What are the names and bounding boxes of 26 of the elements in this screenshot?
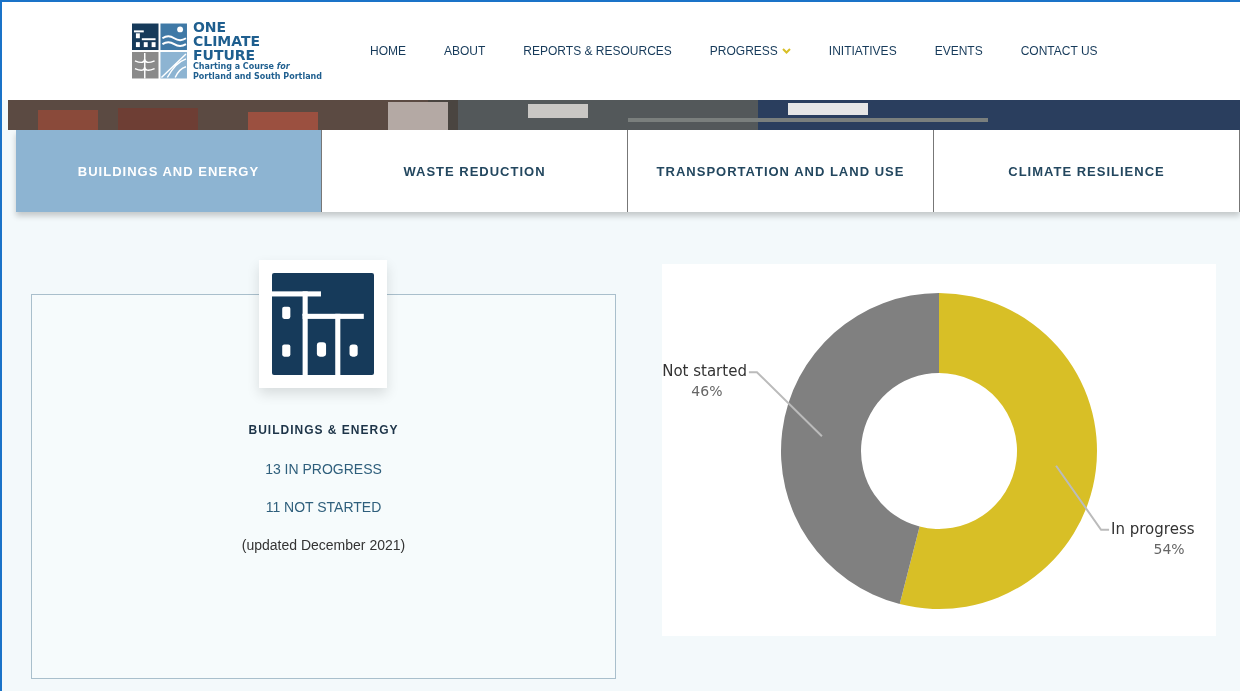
category-tab[interactable]: WASTE REDUCTION: [322, 130, 628, 212]
nav-link[interactable]: EVENTS: [915, 44, 1002, 58]
slice-label: In progress: [1111, 519, 1195, 538]
slice-percent: 46%: [691, 383, 723, 400]
status-count: 11 NOT STARTED: [265, 499, 382, 515]
nav-link[interactable]: PROGRESS: [690, 44, 810, 58]
logo-tagline: Charting a Course for: [192, 62, 291, 72]
nav-link[interactable]: REPORTS & RESOURCES: [504, 44, 691, 58]
logo-wordmark: FUTURE: [192, 48, 256, 62]
leader-line: [1055, 464, 1111, 531]
card-title: BUILDINGS & ENERGY: [248, 423, 399, 437]
nav-link[interactable]: CONTACT US: [1001, 44, 1117, 58]
nav-link[interactable]: INITIATIVES: [809, 44, 916, 58]
category-tab[interactable]: TRANSPORTATION AND LAND USE: [628, 130, 934, 212]
logo-icon: [132, 23, 187, 79]
slice-percent: 54%: [1153, 540, 1185, 557]
building-icon: [272, 273, 374, 375]
logo-wordmark: ONE: [192, 20, 228, 34]
status-count: 13 IN PROGRESS: [265, 461, 382, 477]
category-tab[interactable]: CLIMATE RESILIENCE: [934, 130, 1240, 212]
update-note: (updated December 2021): [241, 537, 406, 553]
slice-label: Not started: [662, 362, 747, 381]
logo-wordmark: CLIMATE: [192, 34, 262, 48]
nav-link[interactable]: ABOUT: [425, 44, 505, 58]
nav-link[interactable]: HOME: [351, 44, 425, 58]
logo-tagline: Portland and South Portland: [192, 72, 322, 82]
